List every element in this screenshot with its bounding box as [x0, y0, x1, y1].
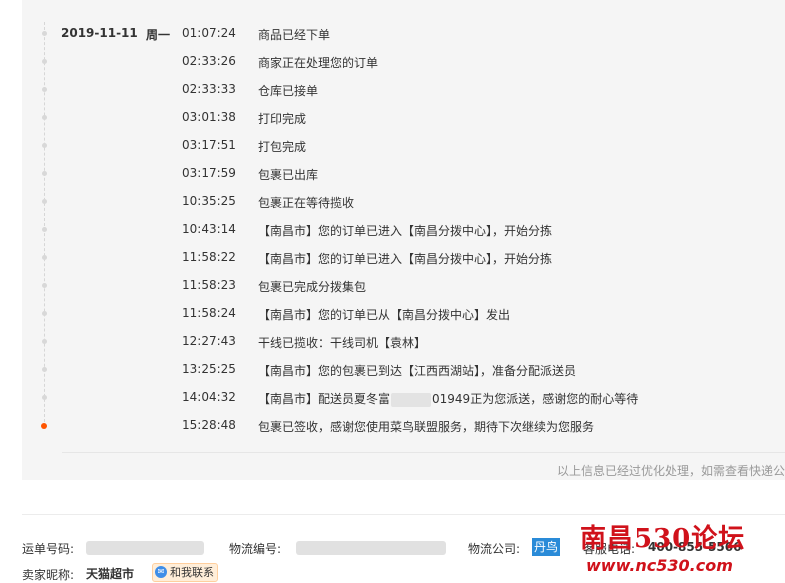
timeline-row: 2019-11-11 周一 01:07:24 商品已经下单: [0, 24, 785, 44]
timeline-dot: [42, 255, 47, 260]
timeline-dot: [42, 143, 47, 148]
timeline-row: 03:01:38 打印完成: [0, 108, 785, 128]
chat-icon: ✉: [155, 566, 167, 578]
event-time: 10:35:25: [182, 194, 236, 208]
event-time: 02:33:26: [182, 54, 236, 68]
logistics-label: 物流编号:: [229, 542, 282, 556]
timeline-date: 2019-11-11: [61, 26, 138, 40]
tracking-label: 运单号码:: [22, 542, 75, 556]
event-text: 包裹已出库: [258, 168, 319, 182]
timeline-row: 03:17:51 打包完成: [0, 136, 785, 156]
event-text: 仓库已接单: [258, 84, 319, 98]
event-time: 15:28:48: [182, 418, 236, 432]
event-time: 02:33:33: [182, 82, 236, 96]
timeline-row: 03:17:59 包裹已出库: [0, 164, 785, 184]
event-time: 03:17:59: [182, 166, 236, 180]
timeline-row: 10:43:14 【南昌市】您的订单已进入【南昌分拨中心】，开始分拣: [0, 220, 785, 240]
event-time: 01:07:24: [182, 26, 236, 40]
timeline-row: 11:58:24 【南昌市】您的订单已从【南昌分拨中心】发出: [0, 304, 785, 324]
event-text: 商品已经下单: [258, 28, 331, 42]
watermark-title: 南昌530论坛: [580, 524, 746, 554]
event-time: 14:04:32: [182, 390, 236, 404]
timeline-dot: [42, 87, 47, 92]
timeline-row: 11:58:22 【南昌市】您的订单已进入【南昌分拨中心】，开始分拣: [0, 248, 785, 268]
masked-logistics-number: [296, 541, 446, 555]
event-time: 11:58:22: [182, 250, 236, 264]
panel-divider: [62, 452, 785, 453]
event-text: 干线已揽收：干线司机【袁林】: [258, 336, 427, 350]
section-divider: [22, 514, 785, 515]
timeline-dot: [42, 199, 47, 204]
forum-watermark: 南昌530论坛 www.nc530.com: [580, 518, 780, 578]
event-text: 【南昌市】配送员夏冬富 01949正为您派送，感谢您的耐心等待: [258, 390, 638, 407]
timeline-dot: [42, 115, 47, 120]
timeline-row: 14:04:32 【南昌市】配送员夏冬富 01949正为您派送，感谢您的耐心等待: [0, 388, 785, 408]
event-text: 【南昌市】您的订单已进入【南昌分拨中心】，开始分拣: [258, 252, 553, 266]
timeline-row: 11:58:23 包裹已完成分拨集包: [0, 276, 785, 296]
contact-button[interactable]: ✉ 和我联系: [152, 563, 218, 582]
event-text: 商家正在处理您的订单: [258, 56, 379, 70]
timeline-dot: [42, 367, 47, 372]
seller-name[interactable]: 天猫超市: [86, 565, 134, 582]
event-text: 【南昌市】您的订单已从【南昌分拨中心】发出: [258, 308, 511, 322]
event-text: 【南昌市】您的订单已进入【南昌分拨中心】，开始分拣: [258, 224, 553, 238]
event-text: 打包完成: [258, 140, 307, 154]
event-time: 11:58:24: [182, 306, 236, 320]
event-text-before: 【南昌市】配送员夏冬富: [258, 392, 391, 406]
timeline-row: 02:33:33 仓库已接单: [0, 80, 785, 100]
event-text: 【南昌市】您的包裹已到达【江西西湖站】，准备分配派送员: [258, 364, 577, 378]
event-time: 10:43:14: [182, 222, 236, 236]
logistics-panel: [22, 0, 785, 480]
masked-tracking-number: [86, 541, 204, 555]
timeline-weekday: 周一: [146, 28, 171, 42]
timeline-row-latest: 15:28:48 包裹已签收，感谢您使用菜鸟联盟服务，期待下次继续为您服务: [0, 416, 785, 436]
event-text: 包裹已完成分拨集包: [258, 280, 367, 294]
company-link[interactable]: 丹鸟: [532, 538, 561, 556]
timeline-dot: [42, 227, 47, 232]
event-text: 包裹已签收，感谢您使用菜鸟联盟服务，期待下次继续为您服务: [258, 420, 595, 434]
event-time: 03:17:51: [182, 138, 236, 152]
contact-label: 和我联系: [170, 566, 214, 579]
seller-label: 卖家昵称:: [22, 568, 75, 582]
watermark-url: www.nc530.com: [586, 556, 733, 575]
masked-phone: [391, 392, 432, 407]
event-text: 打印完成: [258, 112, 307, 126]
optimization-note: 以上信息已经过优化处理，如需查看快递公: [557, 464, 785, 478]
timeline-dot: [42, 59, 47, 64]
timeline-dot: [42, 339, 47, 344]
timeline-row: 13:25:25 【南昌市】您的包裹已到达【江西西湖站】，准备分配派送员: [0, 360, 785, 380]
event-time: 11:58:23: [182, 278, 236, 292]
timeline-row: 10:35:25 包裹正在等待揽收: [0, 192, 785, 212]
event-text-after: 01949正为您派送，感谢您的耐心等待: [432, 392, 639, 406]
timeline-dot: [42, 171, 47, 176]
timeline-dot: [42, 283, 47, 288]
timeline-row: 02:33:26 商家正在处理您的订单: [0, 52, 785, 72]
event-time: 13:25:25: [182, 362, 236, 376]
event-time: 03:01:38: [182, 110, 236, 124]
timeline-dot: [42, 31, 47, 36]
timeline-dot-active: [41, 423, 47, 429]
event-text: 包裹正在等待揽收: [258, 196, 355, 210]
company-label: 物流公司:: [468, 542, 521, 556]
timeline-dot: [42, 395, 47, 400]
timeline-row: 12:27:43 干线已揽收：干线司机【袁林】: [0, 332, 785, 352]
event-time: 12:27:43: [182, 334, 236, 348]
timeline-dot: [42, 311, 47, 316]
